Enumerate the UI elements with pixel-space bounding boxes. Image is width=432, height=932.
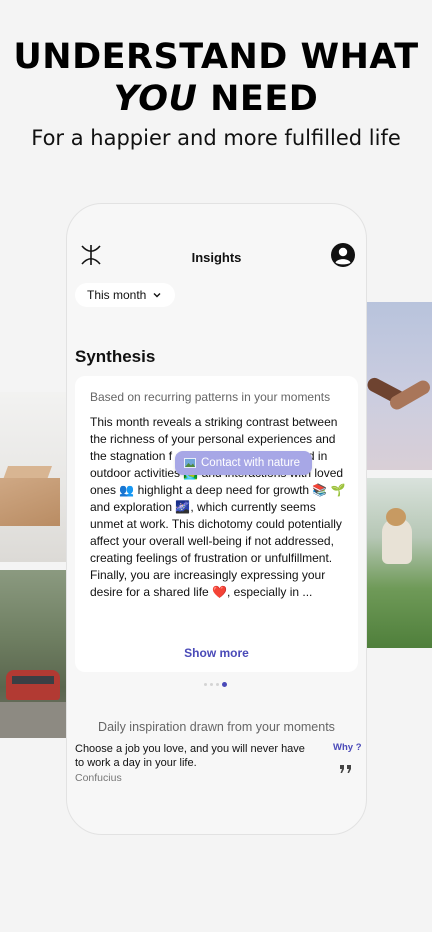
tooltip-contact-with-nature[interactable]: Contact with nature: [175, 451, 312, 475]
screen-title: Insights: [191, 250, 242, 265]
why-link[interactable]: Why ?: [333, 742, 362, 753]
hero-line-2-rest: NEED: [197, 79, 319, 119]
profile-icon[interactable]: [330, 242, 356, 268]
chevron-down-icon: [153, 293, 161, 298]
quote-icon: [340, 765, 351, 773]
pagination-dot[interactable]: [204, 683, 207, 686]
phone-screen: Insights This month Synthesis Based on r…: [66, 203, 367, 835]
red-van-photo: [0, 570, 66, 738]
daily-inspiration-title: Daily inspiration drawn from your moment…: [98, 720, 335, 734]
hero-headline: UNDERSTAND WHAT YOU NEED: [0, 36, 432, 120]
hero-line-1: UNDERSTAND WHAT: [13, 37, 419, 77]
section-title: Synthesis: [75, 347, 156, 366]
quote-author: Confucius: [75, 772, 122, 784]
picture-icon: [184, 458, 196, 468]
month-select[interactable]: This month: [75, 283, 175, 307]
card-body-text: This month reveals a striking contrast b…: [90, 415, 346, 599]
card-subtitle: Based on recurring patterns in your mome…: [90, 390, 331, 404]
tooltip-label: Contact with nature: [201, 457, 301, 469]
pagination-dot-active[interactable]: [222, 682, 227, 687]
top-bar: Insights: [67, 242, 366, 270]
greenhouse-photo: [366, 478, 432, 648]
daily-quote: Choose a job you love, and you will neve…: [75, 743, 305, 769]
pagination-dot[interactable]: [210, 683, 213, 686]
cardboard-box-photo: [0, 392, 66, 562]
synthesis-card: Based on recurring patterns in your mome…: [75, 376, 358, 672]
hero-subline: For a happier and more fulfilled life: [31, 126, 401, 150]
pagination-dot[interactable]: [216, 683, 219, 686]
show-more-button[interactable]: Show more: [75, 646, 358, 660]
month-select-label: This month: [87, 288, 147, 302]
pagination-dots: [204, 682, 230, 688]
holding-hands-photo: [366, 302, 432, 470]
hero-emphasis: YOU: [113, 79, 198, 119]
hero-line-2: YOU NEED: [0, 78, 432, 120]
